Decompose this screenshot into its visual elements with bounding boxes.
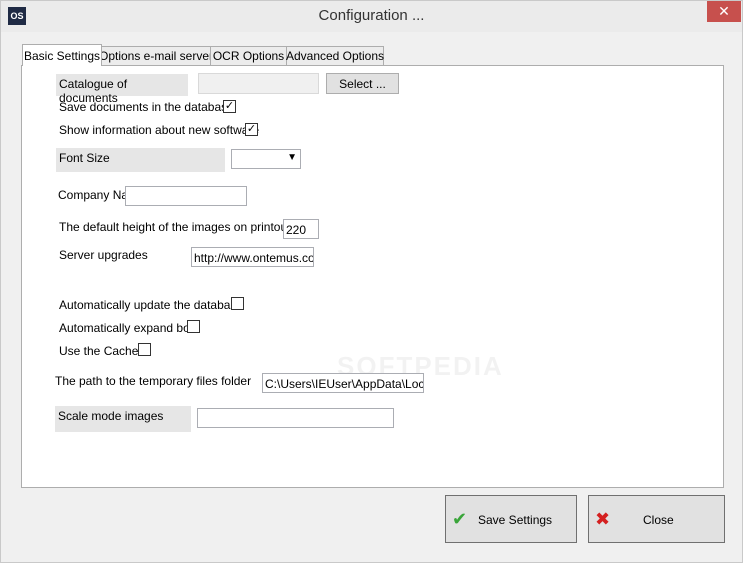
basic-settings-panel: SOFTPEDIA Catalogue of documents Select … [21, 65, 724, 488]
scale-mode-label: Scale mode images [55, 406, 191, 432]
chevron-down-icon: ▼ [287, 152, 297, 163]
catalogue-field[interactable] [198, 73, 319, 94]
tab-ocr-options[interactable]: OCR Options [210, 46, 287, 65]
auto-expand-checkbox[interactable] [187, 320, 200, 333]
catalogue-label: Catalogue of documents [56, 74, 188, 105]
server-upgrades-label: Server upgrades [59, 248, 148, 262]
show-info-label: Show information about new software [59, 123, 260, 137]
temp-path-field[interactable]: C:\Users\IEUser\AppData\Local [262, 373, 424, 393]
save-settings-label: Save Settings [478, 513, 553, 527]
tab-basic-settings[interactable]: Basic Settings [22, 44, 102, 66]
select-catalogue-button[interactable]: Select ... [326, 73, 399, 94]
temp-path-label: The path to the temporary files folder [55, 374, 252, 388]
font-size-label: Font Size [56, 148, 225, 172]
configuration-window: OS Configuration ... ✕ Basic Settings Op… [0, 0, 743, 563]
tab-advanced-options[interactable]: Advanced Options [286, 46, 384, 65]
font-size-select[interactable]: ▼ [231, 149, 301, 169]
close-button[interactable]: ✖ Close [588, 495, 725, 543]
image-height-label: The default height of the images on prin… [59, 220, 297, 234]
auto-expand-label: Automatically expand box [59, 321, 196, 335]
use-cache-label: Use the Cache [59, 344, 139, 358]
checkmark-icon: ✔ [452, 509, 468, 529]
auto-update-label: Automatically update the database [59, 298, 244, 312]
title-bar: OS Configuration ... ✕ [1, 1, 742, 32]
window-title: Configuration ... [318, 7, 425, 24]
image-height-field[interactable]: 220 [283, 219, 319, 239]
server-upgrades-field[interactable]: http://www.ontemus.com [191, 247, 314, 267]
auto-update-checkbox[interactable] [231, 297, 244, 310]
scale-mode-field[interactable] [197, 408, 394, 428]
window-close-button[interactable]: ✕ [707, 1, 741, 22]
company-name-field[interactable] [125, 186, 247, 206]
save-settings-button[interactable]: ✔ Save Settings [445, 495, 577, 543]
save-docs-label: Save documents in the database [59, 100, 234, 114]
close-label: Close [643, 513, 674, 527]
use-cache-checkbox[interactable] [138, 343, 151, 356]
save-docs-checkbox[interactable]: ✓ [223, 100, 236, 113]
tab-email-server[interactable]: Options e-mail server [99, 46, 213, 65]
cross-icon: ✖ [595, 509, 611, 529]
show-info-checkbox[interactable]: ✓ [245, 123, 258, 136]
